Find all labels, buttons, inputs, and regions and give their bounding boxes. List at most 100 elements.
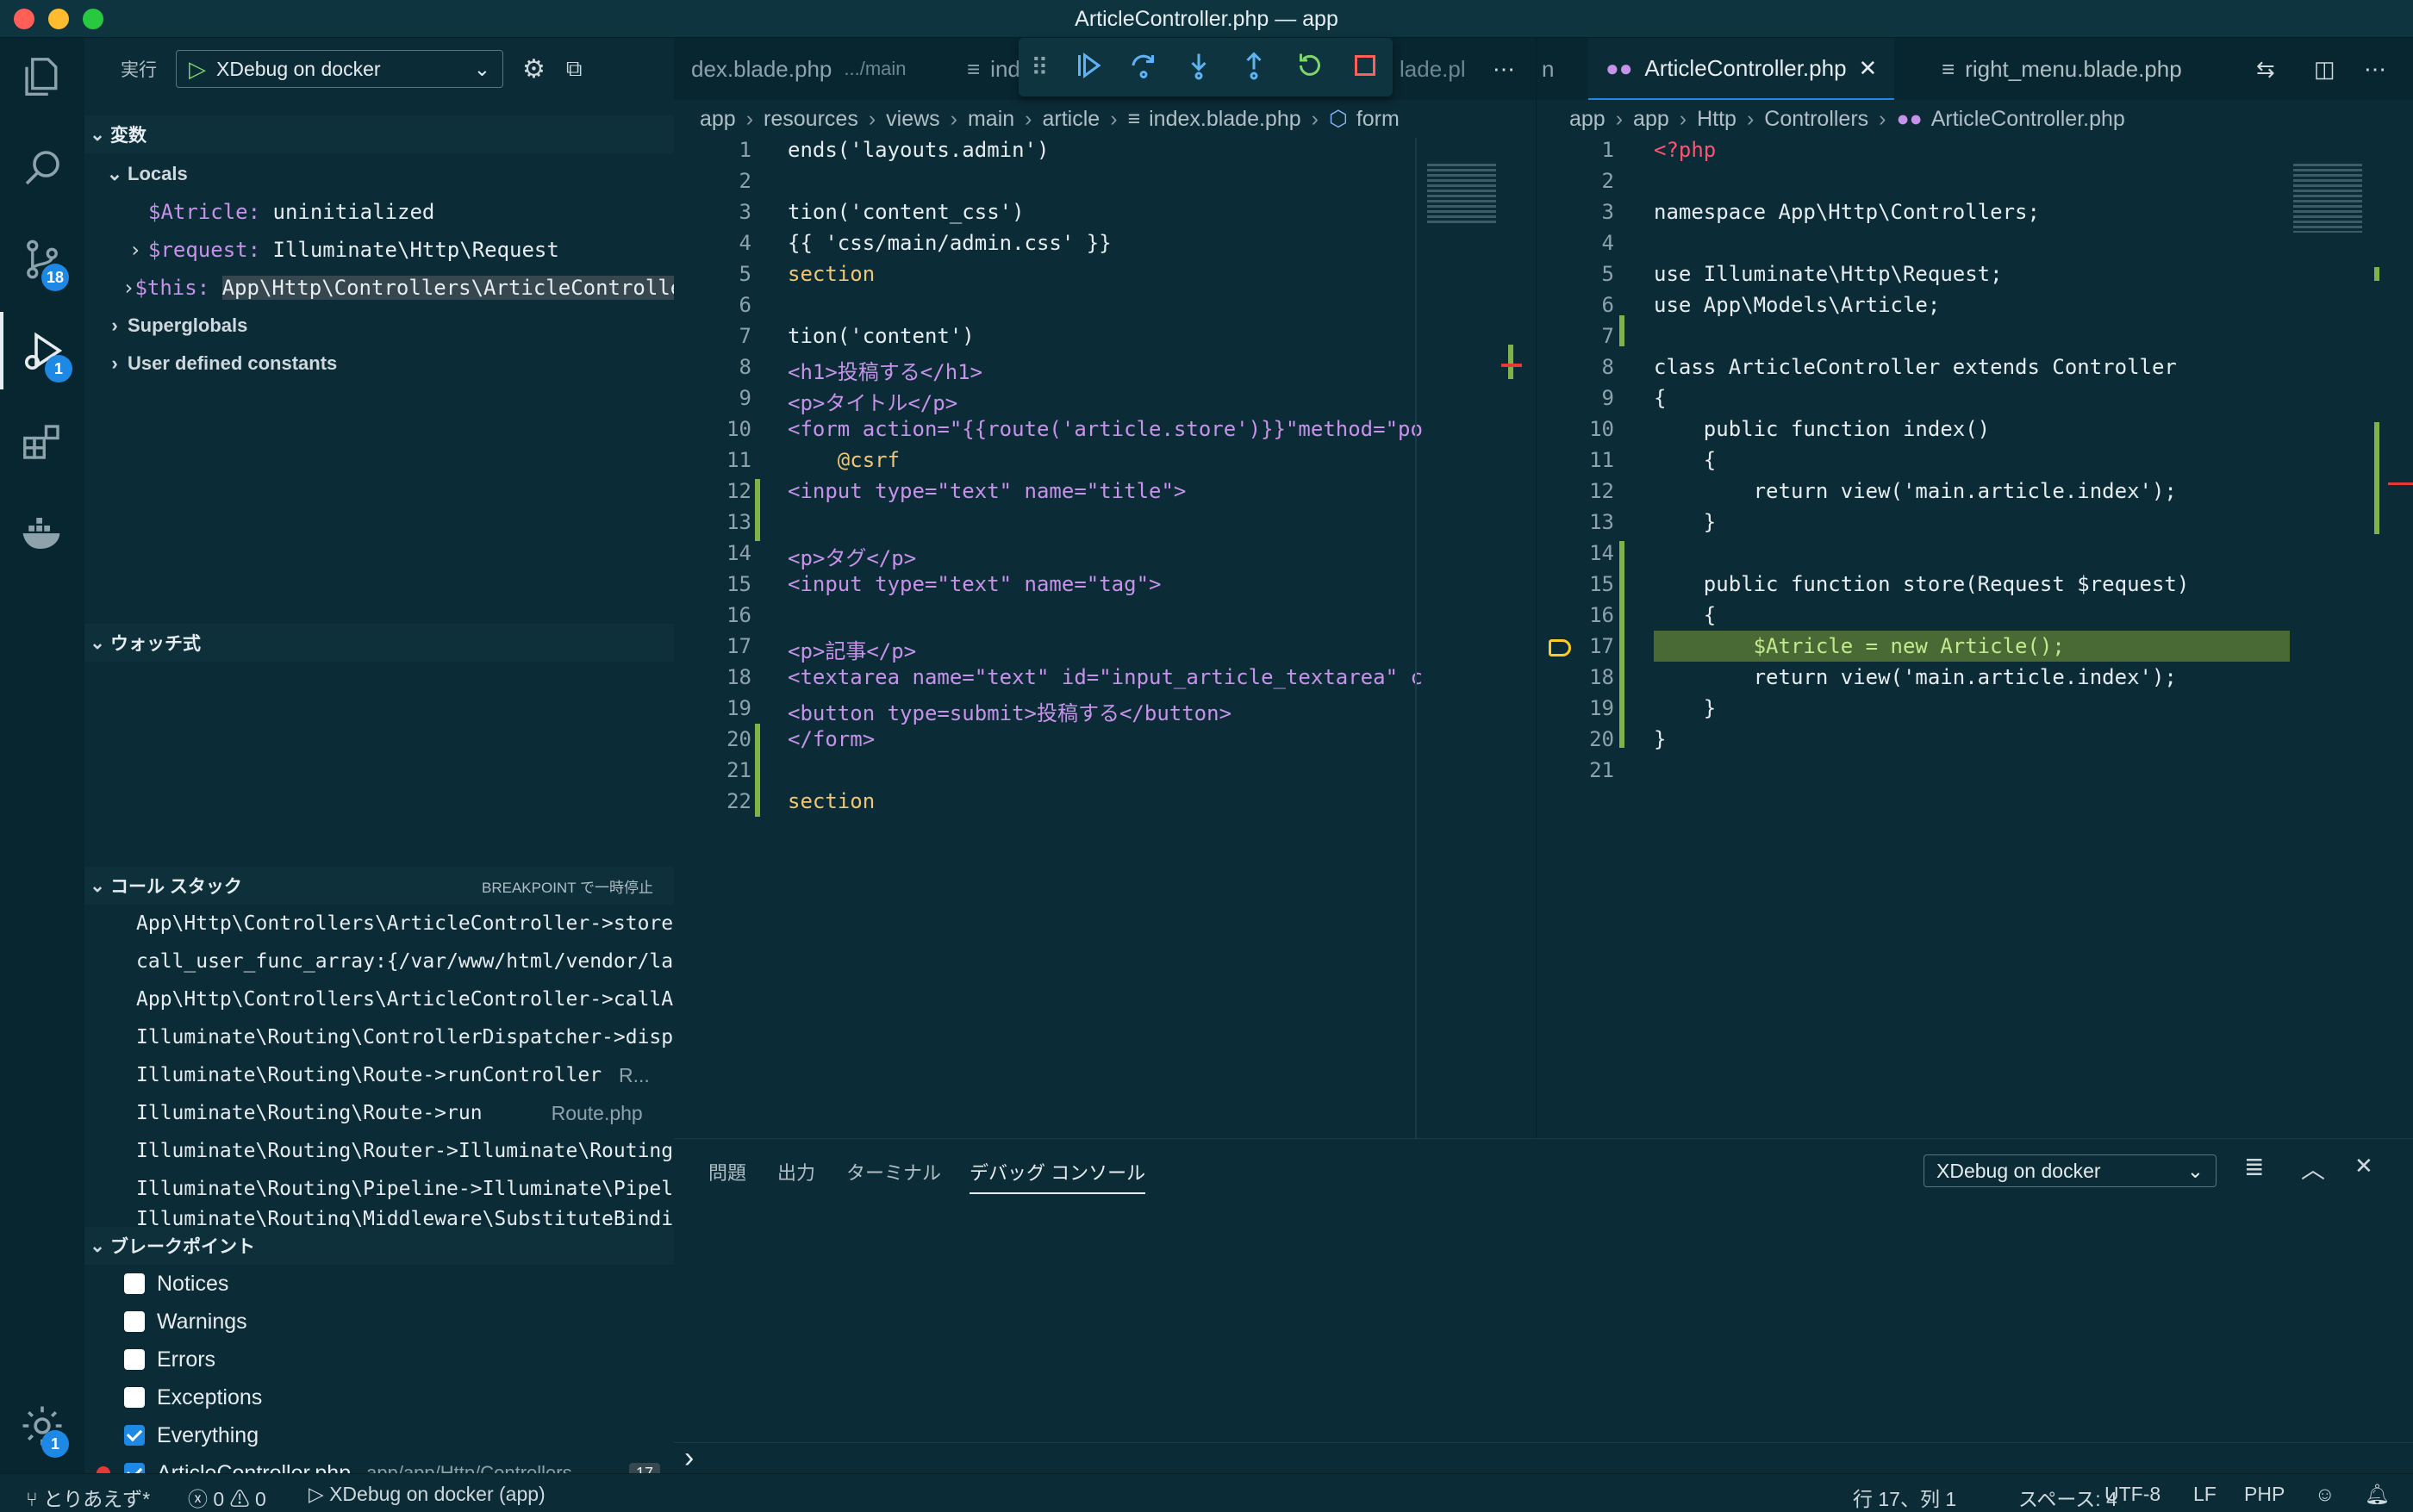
line-ending[interactable]: LF <box>2193 1483 2217 1506</box>
code-line[interactable]: 3 namespace App\Http\Controllers; <box>1537 200 2413 231</box>
code-line[interactable]: 10 public function index() <box>1537 417 2413 448</box>
tab-terminal[interactable]: ターミナル <box>846 1158 941 1185</box>
code-line[interactable]: 5 use Illuminate\Http\Request; <box>1537 262 2413 293</box>
code-line[interactable]: 9{ <box>1537 386 2413 417</box>
code-line[interactable]: 9 <p>タイトル</p> <box>674 386 1536 417</box>
minimap[interactable] <box>2290 138 2413 1138</box>
code-line[interactable]: 4 {{ 'css/main/admin.css' }} <box>674 231 1536 262</box>
code-line[interactable]: 18 <textarea name="text" id="input_articl… <box>674 665 1536 696</box>
source-control-icon[interactable]: 18 <box>0 221 84 298</box>
stack-frame[interactable]: Illuminate\Routing\Router->Illuminate\Ro… <box>84 1132 674 1170</box>
locals-scope[interactable]: ⌄ Locals <box>84 155 674 193</box>
code-line[interactable]: 19 } <box>1537 696 2413 727</box>
code-line[interactable]: 12 <input type="text" name="title"> <box>674 479 1536 510</box>
code-line[interactable]: 22 section <box>674 789 1536 820</box>
encoding[interactable]: UTF-8 <box>2104 1483 2160 1506</box>
more-actions-icon[interactable]: ⋯ <box>2347 38 2404 100</box>
stack-frame[interactable]: Illuminate\Routing\Pipeline->Illuminate\… <box>84 1170 674 1208</box>
breadcrumb-item[interactable]: app <box>1569 107 1606 132</box>
breakpoint-exceptions[interactable]: Exceptions <box>84 1378 674 1416</box>
code-line[interactable]: 2 <box>674 169 1536 200</box>
variable-request[interactable]: › $request: Illuminate\Http\Request <box>84 231 674 269</box>
drag-handle-icon[interactable]: ⠿ <box>1031 53 1049 82</box>
tab-right-menu[interactable]: ≡ right_menu.blade.php <box>1924 38 2199 100</box>
code-line[interactable]: 5 section <box>674 262 1536 293</box>
problems-indicator[interactable]: ⓧ 0 ⚠ 0 <box>188 1483 266 1512</box>
debug-console-toggle-icon[interactable]: ⧉ <box>566 55 583 83</box>
code-line[interactable]: 10 <form action="{{route('article.store')… <box>674 417 1536 448</box>
tab-overflow[interactable]: n <box>1537 38 1571 100</box>
checkbox[interactable] <box>124 1311 145 1332</box>
code-line[interactable]: 16 <box>674 603 1536 634</box>
checkbox[interactable] <box>124 1387 145 1408</box>
code-line[interactable]: 14 <box>1537 541 2413 572</box>
breadcrumb-item[interactable]: article <box>1043 107 1101 132</box>
search-icon[interactable] <box>0 129 84 207</box>
split-editor-icon[interactable]: ◫ <box>2297 38 2353 100</box>
stack-frame[interactable]: Illuminate\Routing\Middleware\Substitute… <box>84 1208 674 1227</box>
code-line[interactable]: 18 return view('main.article.index'); <box>1537 665 2413 696</box>
code-line[interactable]: 17 $Atricle = new Article(); <box>1537 634 2413 665</box>
close-panel-icon[interactable]: ✕ <box>2354 1153 2373 1179</box>
breadcrumb-item[interactable]: index.blade.php <box>1149 107 1301 132</box>
breakpoint-warnings[interactable]: Warnings <box>84 1303 674 1341</box>
step-out-icon[interactable] <box>1238 50 1269 85</box>
breakpoint-errors[interactable]: Errors <box>84 1341 674 1378</box>
tab-debug-console[interactable]: デバッグ コンソール <box>970 1158 1146 1194</box>
restart-icon[interactable] <box>1294 50 1325 85</box>
stack-frame[interactable]: App\Http\Controllers\ArticleController->… <box>84 980 674 1018</box>
variable-this[interactable]: › $this: App\Http\Controllers\ArticleCont… <box>84 269 674 307</box>
code-line[interactable]: 12 return view('main.article.index'); <box>1537 479 2413 510</box>
stack-frame[interactable]: Illuminate\Routing\Route->runController R… <box>84 1056 674 1094</box>
debug-session-select[interactable]: XDebug on docker ⌄ <box>1924 1154 2217 1187</box>
code-line[interactable]: 13 } <box>1537 510 2413 541</box>
step-over-icon[interactable] <box>1128 50 1159 85</box>
breadcrumb-item[interactable]: resources <box>764 107 858 132</box>
tab-problems[interactable]: 問題 <box>708 1158 746 1185</box>
variables-header[interactable]: ⌄ 変数 <box>84 115 674 153</box>
code-line[interactable]: 2 <box>1537 169 2413 200</box>
branch-indicator[interactable]: ⑂ とりあえず* <box>26 1483 150 1512</box>
run-debug-icon[interactable]: 1 <box>0 312 84 389</box>
stack-frame[interactable]: Illuminate\Routing\Route->run Route.php <box>84 1094 674 1132</box>
code-line[interactable]: 7 tion('content') <box>674 324 1536 355</box>
code-line[interactable]: 8 <h1>投稿する</h1> <box>674 355 1536 386</box>
checkbox[interactable] <box>124 1273 145 1294</box>
more-actions-icon[interactable]: ⋯ <box>1475 38 1532 100</box>
compare-changes-icon[interactable]: ⇆ <box>2239 38 2292 100</box>
code-line[interactable]: 21 <box>674 758 1536 789</box>
code-line[interactable]: 1 <?php <box>1537 138 2413 169</box>
stack-frame[interactable]: call_user_func_array:{/var/www/html/vend… <box>84 943 674 980</box>
explorer-icon[interactable] <box>0 38 84 115</box>
clear-console-icon[interactable]: ≣ <box>2244 1153 2264 1181</box>
code-line[interactable]: 20 </form> <box>674 727 1536 758</box>
code-line[interactable]: 21 <box>1537 758 2413 789</box>
debug-status[interactable]: ▷ XDebug on docker (app) <box>309 1483 546 1506</box>
code-line[interactable]: 14 <p>タグ</p> <box>674 541 1536 572</box>
checkbox[interactable] <box>124 1425 145 1446</box>
language-mode[interactable]: PHP <box>2244 1483 2285 1506</box>
close-icon[interactable]: ✕ <box>1859 55 1878 82</box>
breadcrumb-item[interactable]: Controllers <box>1764 107 1868 132</box>
code-line[interactable]: 1 ends('layouts.admin') <box>674 138 1536 169</box>
tab-output[interactable]: 出力 <box>777 1158 815 1185</box>
code-line[interactable]: 19 <button type=submit>投稿する</button> <box>674 696 1536 727</box>
variable-atricle[interactable]: $Atricle: uninitialized <box>84 193 674 231</box>
breadcrumb-item[interactable]: ArticleController.php <box>1931 107 2125 132</box>
breakpoints-header[interactable]: ⌄ ブレークポイント <box>84 1227 674 1265</box>
extensions-icon[interactable] <box>0 403 84 481</box>
settings-icon[interactable]: 1 <box>0 1387 84 1465</box>
start-debug-icon[interactable]: ▷ <box>189 56 206 83</box>
tab-blade[interactable]: lade.pl <box>1382 38 1483 100</box>
code-line[interactable]: 11 @csrf <box>674 448 1536 479</box>
cursor-position[interactable]: 行 17、列 1 <box>1853 1483 1956 1512</box>
code-line[interactable]: 3 tion('content_css') <box>674 200 1536 231</box>
code-line[interactable]: 15 <input type="text" name="tag"> <box>674 572 1536 603</box>
breadcrumb-item[interactable]: app <box>1633 107 1669 132</box>
code-line[interactable]: 8 class ArticleController extends Control… <box>1537 355 2413 386</box>
stop-icon[interactable] <box>1350 50 1381 85</box>
code-line[interactable]: 20} <box>1537 727 2413 758</box>
breadcrumb-item[interactable]: views <box>886 107 940 132</box>
tab-article-controller[interactable]: ●● ArticleController.php ✕ <box>1588 38 1895 100</box>
stack-frame[interactable]: App\Http\Controllers\ArticleController->… <box>84 905 674 943</box>
